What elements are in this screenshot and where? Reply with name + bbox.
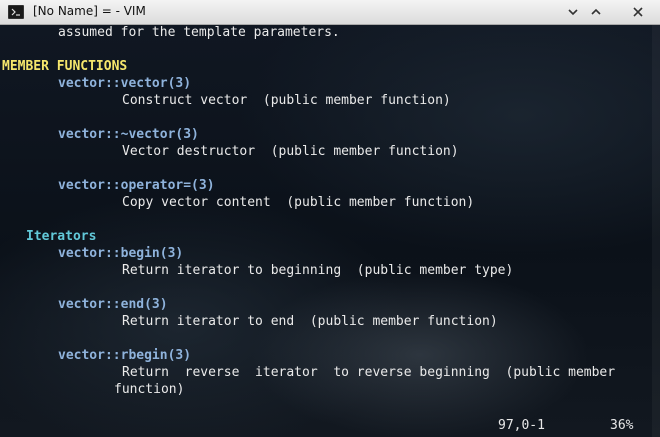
minimize-icon bbox=[568, 9, 578, 16]
close-icon bbox=[633, 7, 643, 17]
member-name: vector::operator=(3) bbox=[58, 178, 215, 193]
cursor-position: 97,0-1 bbox=[498, 418, 545, 433]
member-desc: Copy vector content (public member funct… bbox=[122, 195, 475, 210]
scrollbar[interactable] bbox=[652, 25, 660, 437]
member-desc: Vector destructor (public member functio… bbox=[122, 144, 459, 159]
title-bar[interactable]: [No Name] = - VIM bbox=[0, 0, 660, 25]
vim-window: [No Name] = - VIM assumed for the templa… bbox=[0, 0, 660, 437]
iterator-desc: Return iterator to end (public member fu… bbox=[122, 314, 498, 329]
iterator-name: vector::rbegin(3) bbox=[58, 348, 192, 363]
iterator-name: vector::end(3) bbox=[58, 297, 168, 312]
vim-text-area[interactable]: assumed for the template parameters. MEM… bbox=[0, 25, 660, 437]
member-name: vector::~vector(3) bbox=[58, 127, 199, 142]
maximize-button[interactable] bbox=[587, 3, 605, 21]
iterator-name: vector::begin(3) bbox=[58, 246, 184, 261]
terminal-icon[interactable] bbox=[8, 5, 24, 19]
iterator-desc-continued: function) bbox=[114, 382, 185, 397]
iterators-heading: Iterators bbox=[26, 229, 97, 244]
doc-top-line: assumed for the template parameters. bbox=[58, 25, 340, 40]
member-name: vector::vector(3) bbox=[58, 76, 192, 91]
iterator-desc: Return reverse iterator to reverse begin… bbox=[122, 365, 616, 380]
section-heading: MEMBER FUNCTIONS bbox=[2, 59, 128, 74]
scroll-percent: 36% bbox=[610, 418, 634, 433]
maximize-icon bbox=[591, 8, 601, 15]
close-button[interactable] bbox=[629, 3, 647, 21]
minimize-button[interactable] bbox=[564, 3, 582, 21]
window-title: [No Name] = - VIM bbox=[33, 4, 146, 18]
member-desc: Construct vector (public member function… bbox=[122, 93, 451, 108]
iterator-desc: Return iterator to beginning (public mem… bbox=[122, 263, 514, 278]
